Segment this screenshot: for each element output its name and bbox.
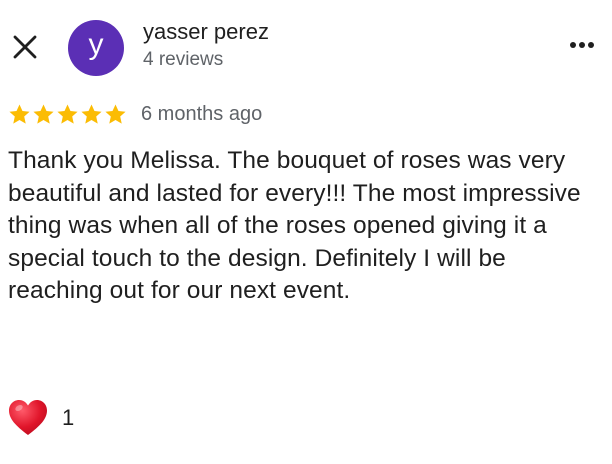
avatar-letter: y bbox=[88, 28, 104, 61]
more-options-button[interactable] bbox=[562, 30, 602, 60]
heart-reaction-count: 1 bbox=[62, 405, 75, 430]
star-icon bbox=[57, 103, 78, 124]
close-icon bbox=[13, 35, 37, 59]
star-icon bbox=[105, 103, 126, 124]
heart-reaction-button[interactable]: 1 bbox=[8, 398, 74, 438]
review-count: 4 reviews bbox=[143, 49, 224, 70]
star-icon bbox=[81, 103, 102, 124]
more-dot bbox=[579, 42, 585, 48]
rating-row: 6 months ago bbox=[8, 100, 262, 128]
review-date: 6 months ago bbox=[141, 102, 263, 125]
star-icon bbox=[33, 103, 54, 124]
more-dot bbox=[570, 42, 576, 48]
close-button[interactable] bbox=[8, 30, 42, 64]
star-icon bbox=[9, 103, 30, 124]
reviewer-name[interactable]: yasser perez bbox=[143, 19, 269, 45]
review-text: Thank you Melissa. The bouquet of roses … bbox=[8, 147, 581, 304]
star-rating bbox=[8, 103, 127, 126]
more-dot bbox=[588, 42, 594, 48]
avatar[interactable]: y bbox=[68, 20, 124, 76]
heart-icon bbox=[8, 399, 48, 437]
